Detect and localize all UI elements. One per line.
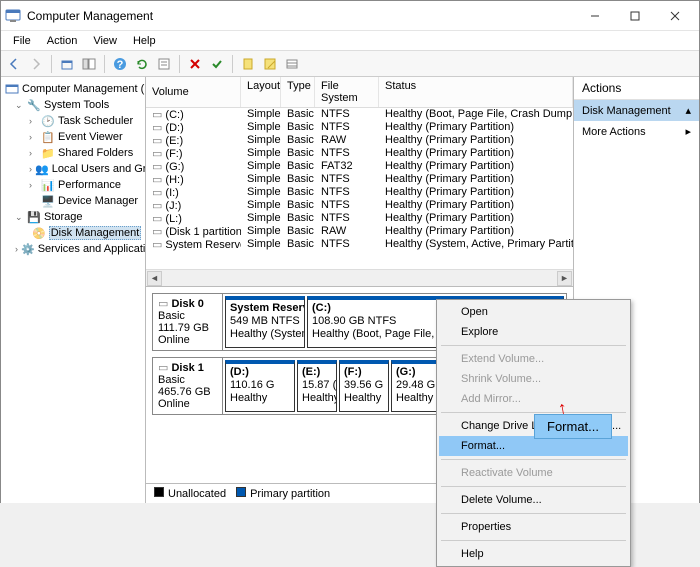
app-icon: [5, 8, 21, 24]
maximize-button[interactable]: [615, 1, 655, 31]
volume-row[interactable]: ▭ (E:)SimpleBasicRAWHealthy (Primary Par…: [146, 134, 573, 147]
tree-services-apps[interactable]: ›⚙️Services and Applications: [3, 241, 143, 257]
col-fs[interactable]: File System: [315, 77, 379, 107]
disk-icon: ▭: [158, 362, 168, 374]
tree-performance[interactable]: ›📊Performance: [3, 177, 143, 193]
help-button[interactable]: ?: [111, 55, 129, 73]
toolbar: ?: [1, 51, 699, 77]
ctx-mirror[interactable]: Add Mirror...: [439, 389, 628, 409]
volume-list[interactable]: Volume Layout Type File System Status ▭ …: [146, 77, 573, 287]
horizontal-scrollbar[interactable]: ◄ ►: [146, 269, 573, 286]
volume-row[interactable]: ▭ (D:)SimpleBasicNTFSHealthy (Primary Pa…: [146, 121, 573, 134]
tree-system-tools[interactable]: ⌄🔧System Tools: [3, 97, 143, 113]
ctx-extend[interactable]: Extend Volume...: [439, 349, 628, 369]
submenu-icon: ▸: [685, 125, 691, 138]
volume-icon: ▭: [152, 134, 162, 147]
tree-disk-management[interactable]: 📀Disk Management: [3, 225, 143, 241]
primary-swatch: [236, 487, 246, 497]
volume-row[interactable]: ▭ (H:)SimpleBasicNTFSHealthy (Primary Pa…: [146, 173, 573, 186]
tree-local-users[interactable]: ›👥Local Users and Groups: [3, 161, 143, 177]
actions-more[interactable]: More Actions▸: [574, 121, 699, 142]
disk-icon: ▭: [158, 298, 168, 310]
volume-icon: ▭: [152, 186, 162, 199]
back-button[interactable]: [5, 55, 23, 73]
disk-1-info: ▭ Disk 1 Basic 465.76 GB Online: [153, 358, 223, 414]
annotation-tooltip: Format...: [534, 414, 612, 439]
scroll-left-icon[interactable]: ◄: [147, 271, 162, 286]
scroll-right-icon[interactable]: ►: [557, 271, 572, 286]
show-hide-tree-button[interactable]: [80, 55, 98, 73]
volume-row[interactable]: ▭ (Disk 1 partition 2)SimpleBasicRAWHeal…: [146, 225, 573, 238]
check-icon[interactable]: [208, 55, 226, 73]
volume-icon: ▭: [152, 238, 162, 251]
tree-shared-folders[interactable]: ›📁Shared Folders: [3, 145, 143, 161]
partition[interactable]: (E:)15.87 (Healthy: [297, 360, 337, 412]
volume-row[interactable]: ▭ (F:)SimpleBasicNTFSHealthy (Primary Pa…: [146, 147, 573, 160]
volume-row[interactable]: ▭ (J:)SimpleBasicNTFSHealthy (Primary Pa…: [146, 199, 573, 212]
col-status[interactable]: Status: [379, 77, 573, 107]
col-volume[interactable]: Volume: [146, 77, 241, 107]
close-button[interactable]: [655, 1, 695, 31]
partition[interactable]: (F:)39.56 GHealthy: [339, 360, 389, 412]
partition[interactable]: System Reserve 549 MB NTFS Healthy (Syst…: [225, 296, 305, 348]
volume-row[interactable]: ▭ System Reserved (K:)SimpleBasicNTFSHea…: [146, 238, 573, 251]
unallocated-swatch: [154, 487, 164, 497]
list-icon[interactable]: [283, 55, 301, 73]
volume-icon: ▭: [152, 173, 162, 186]
menu-file[interactable]: File: [5, 33, 39, 49]
col-type[interactable]: Type: [281, 77, 315, 107]
tree-root[interactable]: Computer Management (Local: [3, 81, 143, 97]
new-icon[interactable]: [239, 55, 257, 73]
volume-icon: ▭: [152, 147, 162, 160]
window-title: Computer Management: [27, 9, 575, 23]
partition[interactable]: (G:)29.48 GHealthy: [391, 360, 441, 412]
volume-icon: ▭: [152, 160, 162, 173]
volume-row[interactable]: ▭ (G:)SimpleBasicFAT32Healthy (Primary P…: [146, 160, 573, 173]
tree-task-scheduler[interactable]: ›🕑Task Scheduler: [3, 113, 143, 129]
volume-list-header[interactable]: Volume Layout Type File System Status: [146, 77, 573, 108]
ctx-reactivate[interactable]: Reactivate Volume: [439, 463, 628, 483]
menu-view[interactable]: View: [85, 33, 125, 49]
ctx-help[interactable]: Help: [439, 544, 628, 564]
tree-storage[interactable]: ⌄💾Storage: [3, 209, 143, 225]
col-layout[interactable]: Layout: [241, 77, 281, 107]
minimize-button[interactable]: [575, 1, 615, 31]
ctx-explore[interactable]: Explore: [439, 322, 628, 342]
volume-row[interactable]: ▭ (I:)SimpleBasicNTFSHealthy (Primary Pa…: [146, 186, 573, 199]
disk-0-info: ▭ Disk 0 Basic 111.79 GB Online: [153, 294, 223, 350]
collapse-icon: ▴: [685, 104, 691, 117]
volume-row[interactable]: ▭ (L:)SimpleBasicNTFSHealthy (Primary Pa…: [146, 212, 573, 225]
volume-icon: ▭: [152, 225, 162, 238]
actions-header: Actions: [574, 77, 699, 100]
properties-icon[interactable]: [261, 55, 279, 73]
forward-button[interactable]: [27, 55, 45, 73]
tree-event-viewer[interactable]: ›📋Event Viewer: [3, 129, 143, 145]
settings-button[interactable]: [155, 55, 173, 73]
tree-device-manager[interactable]: 🖥️Device Manager: [3, 193, 143, 209]
menu-action[interactable]: Action: [39, 33, 86, 49]
ctx-open[interactable]: Open: [439, 302, 628, 322]
ctx-shrink[interactable]: Shrink Volume...: [439, 369, 628, 389]
menu-bar: File Action View Help: [1, 31, 699, 51]
volume-icon: ▭: [152, 199, 162, 212]
refresh-button[interactable]: [133, 55, 151, 73]
up-button[interactable]: [58, 55, 76, 73]
delete-icon[interactable]: [186, 55, 204, 73]
svg-text:?: ?: [117, 59, 124, 71]
menu-help[interactable]: Help: [125, 33, 164, 49]
ctx-format[interactable]: Format...: [439, 436, 628, 456]
volume-row[interactable]: ▭ (C:)SimpleBasicNTFSHealthy (Boot, Page…: [146, 108, 573, 121]
volume-icon: ▭: [152, 108, 162, 121]
ctx-delete[interactable]: Delete Volume...: [439, 490, 628, 510]
volume-icon: ▭: [152, 212, 162, 225]
volume-icon: ▭: [152, 121, 162, 134]
nav-tree[interactable]: Computer Management (Local ⌄🔧System Tool…: [1, 77, 146, 503]
partition[interactable]: (D:)110.16 GHealthy: [225, 360, 295, 412]
title-bar: Computer Management: [1, 1, 699, 31]
ctx-properties[interactable]: Properties: [439, 517, 628, 537]
actions-disk-management[interactable]: Disk Management▴: [574, 100, 699, 121]
